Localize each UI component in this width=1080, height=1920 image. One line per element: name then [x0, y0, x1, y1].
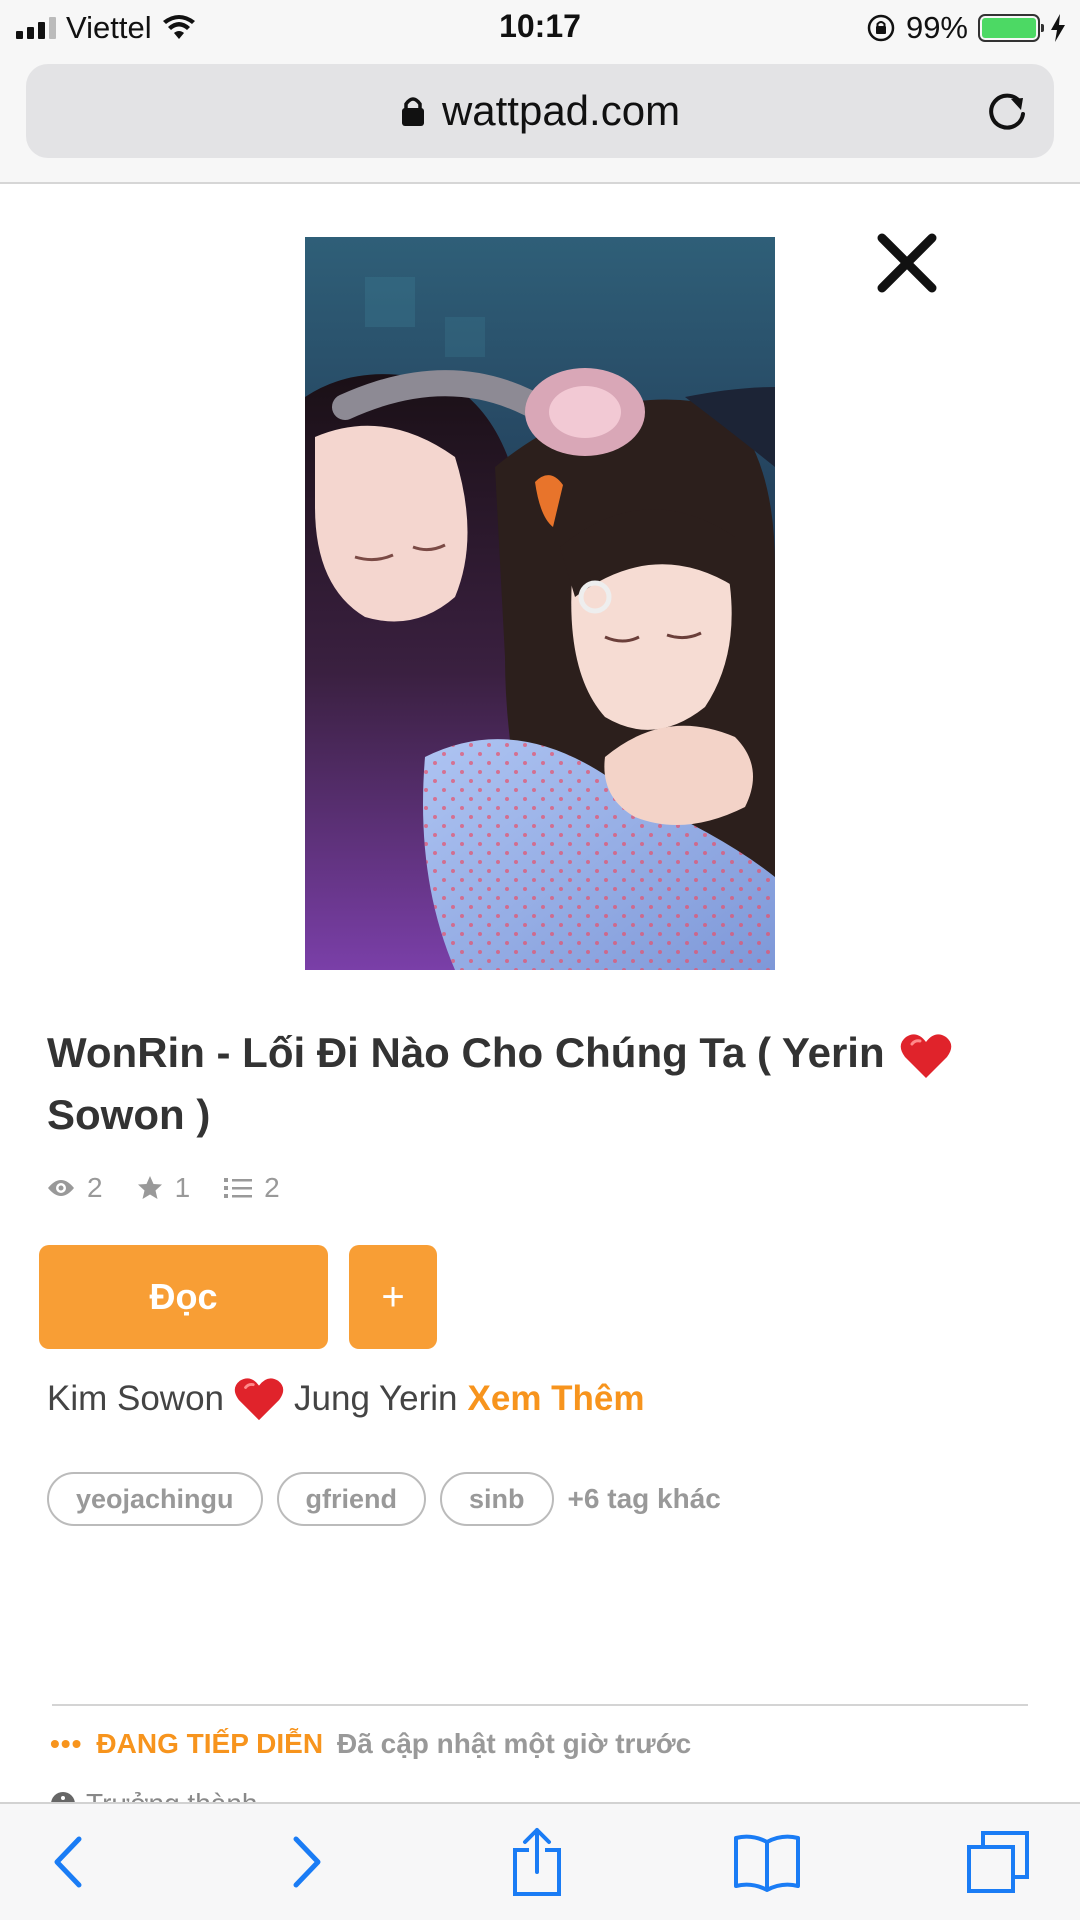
- divider: [52, 1704, 1028, 1706]
- forward-icon: [293, 1836, 321, 1888]
- close-icon[interactable]: [872, 228, 942, 298]
- parts-stat: 2: [224, 1172, 280, 1204]
- votes-stat: 1: [137, 1172, 191, 1204]
- add-to-library-button[interactable]: +: [349, 1245, 437, 1349]
- status-bar: Viettel 10:17 99%: [0, 0, 1080, 56]
- share-icon: [513, 1828, 561, 1896]
- address-bar[interactable]: wattpad.com: [26, 64, 1054, 158]
- battery-icon: [978, 14, 1044, 42]
- tag-chip[interactable]: gfriend: [276, 1472, 427, 1526]
- tag-chip[interactable]: yeojachingu: [47, 1472, 263, 1526]
- description-text: Kim Sowon: [47, 1379, 225, 1418]
- back-icon: [54, 1836, 82, 1888]
- share-button[interactable]: [497, 1822, 577, 1902]
- story-cover-image[interactable]: [305, 237, 775, 970]
- reload-icon[interactable]: [980, 84, 1034, 138]
- bookmarks-icon: [734, 1834, 800, 1892]
- views-stat: 2: [47, 1172, 103, 1204]
- charging-icon: [1051, 14, 1065, 42]
- votes-count: 1: [174, 1172, 191, 1203]
- story-description: Kim Sowon Jung Yerin Xem Thêm: [47, 1376, 645, 1422]
- read-button[interactable]: Đọc: [39, 1245, 328, 1349]
- tabs-icon: [967, 1831, 1029, 1893]
- rotation-lock-icon: [867, 14, 895, 42]
- parts-count: 2: [264, 1172, 280, 1203]
- story-stats: 2 1 2: [47, 1168, 280, 1208]
- bookmarks-button[interactable]: [727, 1822, 807, 1902]
- forward-button[interactable]: [267, 1822, 347, 1902]
- heart-icon: [901, 1034, 952, 1078]
- eye-icon: [48, 1180, 74, 1196]
- description-text-end: Jung Yerin: [294, 1379, 458, 1418]
- see-more-link[interactable]: Xem Thêm: [468, 1379, 645, 1419]
- updated-text: Đã cập nhật một giờ trước: [337, 1728, 692, 1759]
- heart-icon: [234, 1378, 284, 1421]
- story-title-text: WonRin - Lối Đi Nào Cho Chúng Ta ( Yerin: [47, 1029, 885, 1076]
- story-title-text-end: Sowon ): [47, 1091, 211, 1138]
- lock-icon: [401, 97, 424, 126]
- star-icon: [137, 1176, 162, 1199]
- battery-percent: 99%: [905, 10, 968, 45]
- back-button[interactable]: [28, 1822, 108, 1902]
- views-count: 2: [87, 1172, 103, 1203]
- list-icon: [224, 1178, 253, 1198]
- ongoing-dots-icon: •••: [50, 1728, 83, 1759]
- more-tags-link[interactable]: +6 tag khác: [568, 1483, 721, 1515]
- tabs-button[interactable]: [958, 1822, 1038, 1902]
- tag-chip[interactable]: sinb: [440, 1472, 554, 1526]
- browser-chrome: wattpad.com: [0, 56, 1080, 184]
- story-title: WonRin - Lối Đi Nào Cho Chúng Ta ( Yerin…: [47, 1022, 1007, 1146]
- story-status: ••• ĐANG TIẾP DIỄN Đã cập nhật một giờ t…: [50, 1724, 691, 1764]
- url-text[interactable]: wattpad.com: [442, 87, 680, 135]
- browser-toolbar: [0, 1802, 1080, 1920]
- status-right: 99%: [866, 10, 1066, 46]
- tag-list: yeojachingu gfriend sinb +6 tag khác: [47, 1472, 721, 1526]
- ongoing-label: ĐANG TIẾP DIỄN: [96, 1728, 324, 1759]
